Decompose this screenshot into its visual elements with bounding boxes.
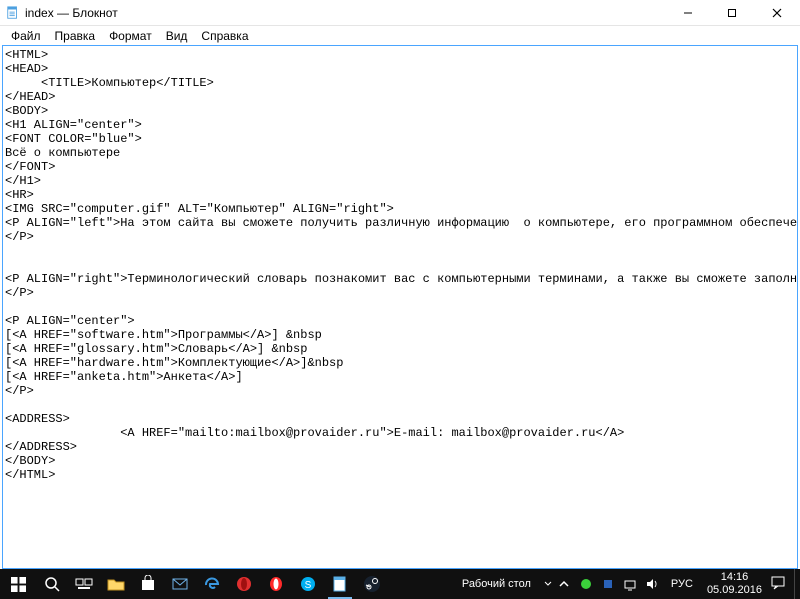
menu-help[interactable]: Справка — [194, 28, 255, 44]
mail-icon[interactable] — [164, 569, 196, 599]
opera-icon[interactable] — [228, 569, 260, 599]
steam-icon[interactable] — [356, 569, 388, 599]
start-button[interactable] — [0, 569, 36, 599]
edge-icon[interactable] — [196, 569, 228, 599]
editor-area — [2, 45, 798, 569]
desktop-toolbar-label: Рабочий стол — [462, 578, 531, 590]
tray-overflow-icon[interactable] — [555, 569, 573, 599]
task-view-icon[interactable] — [68, 569, 100, 599]
minimize-button[interactable] — [666, 0, 710, 25]
action-center-icon[interactable] — [770, 575, 794, 594]
menu-format[interactable]: Формат — [102, 28, 159, 44]
notepad-taskbar-icon[interactable] — [324, 569, 356, 599]
tray-security-icon[interactable] — [599, 569, 617, 599]
maximize-button[interactable] — [710, 0, 754, 25]
taskbar: S Рабочий стол РУС 14:16 05.09.2016 — [0, 569, 800, 599]
menu-edit[interactable]: Правка — [48, 28, 103, 44]
menu-view[interactable]: Вид — [159, 28, 195, 44]
window-controls — [666, 0, 800, 25]
close-button[interactable] — [754, 0, 800, 25]
skype-icon[interactable]: S — [292, 569, 324, 599]
window-title: index — Блокнот — [25, 6, 666, 20]
opera-red-icon[interactable] — [260, 569, 292, 599]
language-label: РУС — [671, 578, 693, 590]
menu-file[interactable]: Файл — [4, 28, 48, 44]
tray-app-icon[interactable] — [577, 569, 595, 599]
store-icon[interactable] — [132, 569, 164, 599]
clock-date: 05.09.2016 — [707, 584, 762, 597]
text-editor[interactable] — [3, 46, 797, 568]
search-icon[interactable] — [36, 569, 68, 599]
clock-time: 14:16 — [707, 571, 762, 584]
tray-network-icon[interactable] — [621, 569, 639, 599]
tray-volume-icon[interactable] — [643, 569, 661, 599]
taskbar-clock[interactable]: 14:16 05.09.2016 — [699, 569, 770, 599]
desktop-toolbar-chevron-icon[interactable] — [541, 579, 555, 589]
svg-text:S: S — [305, 580, 312, 591]
notepad-icon — [6, 6, 20, 20]
desktop-toolbar[interactable]: Рабочий стол — [452, 569, 541, 599]
file-explorer-icon[interactable] — [100, 569, 132, 599]
window-titlebar: index — Блокнот — [0, 0, 800, 26]
language-indicator[interactable]: РУС — [665, 569, 699, 599]
show-desktop-button[interactable] — [794, 569, 800, 599]
menubar: Файл Правка Формат Вид Справка — [0, 26, 800, 45]
system-tray — [555, 569, 665, 599]
